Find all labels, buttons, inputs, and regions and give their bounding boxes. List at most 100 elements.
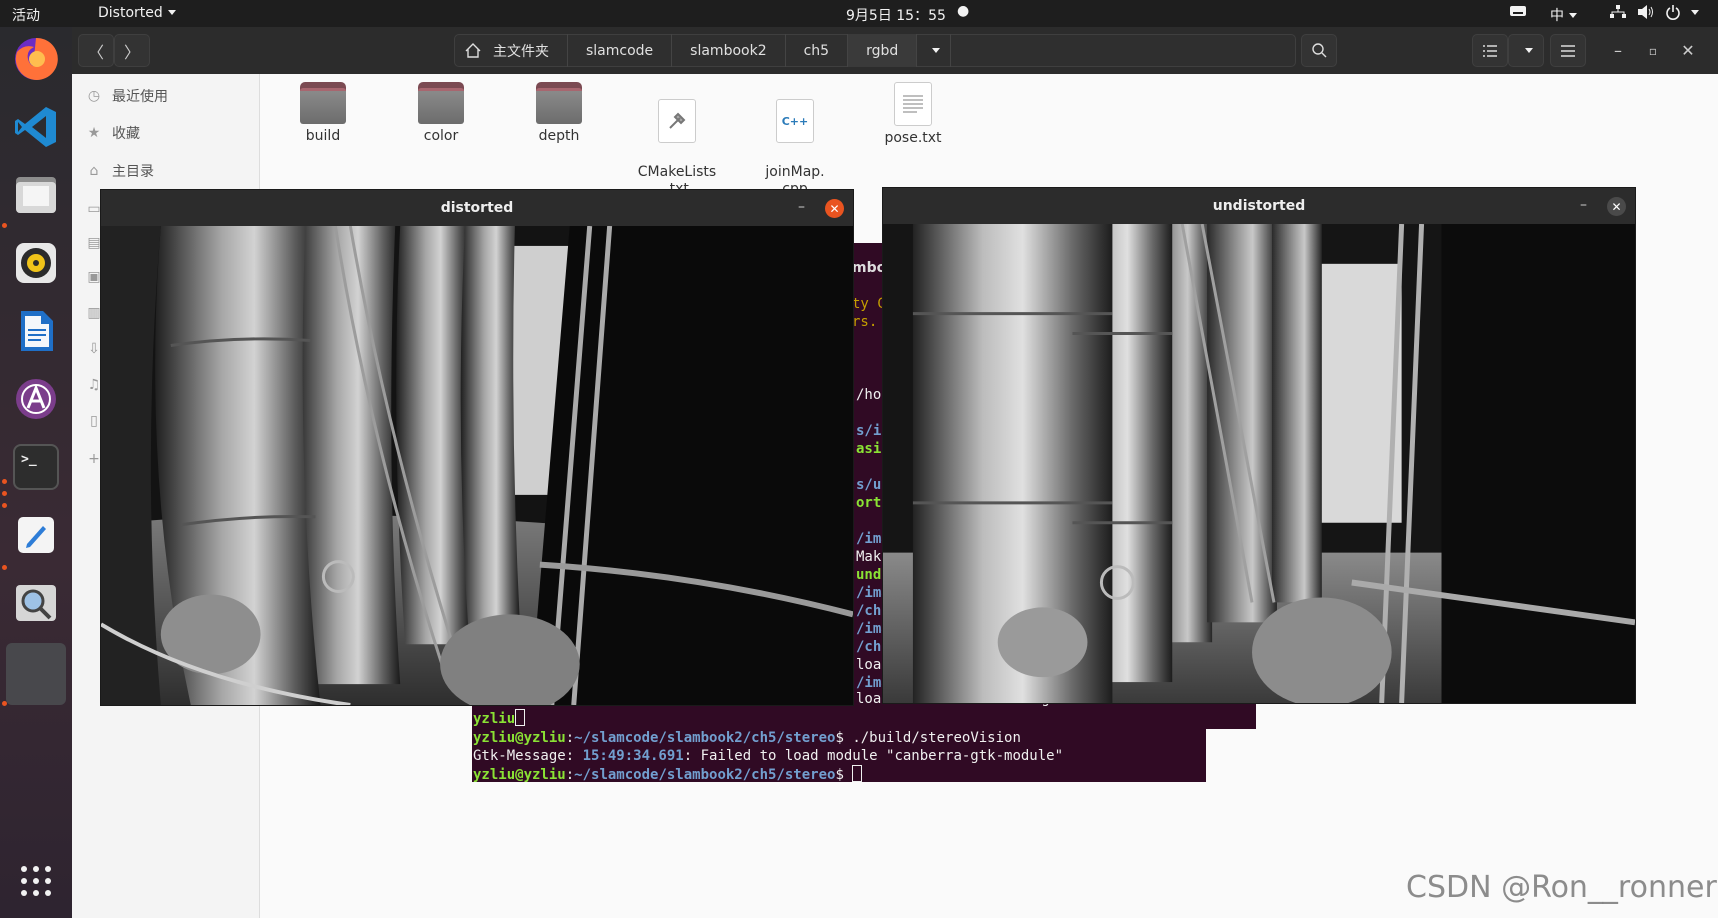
prompt-path: ~/slamcode/slambook2/ch5/stereo bbox=[574, 767, 836, 783]
writer-icon bbox=[21, 311, 53, 351]
keyboard-icon[interactable] bbox=[1510, 5, 1526, 21]
distorted-window[interactable]: distorted – ✕ bbox=[100, 189, 854, 706]
prompt-user: yzliu@yzliu bbox=[473, 730, 566, 746]
file-item-color[interactable]: color bbox=[393, 82, 489, 145]
power-icon[interactable] bbox=[1665, 4, 1681, 24]
forward-button[interactable]: 〉 bbox=[114, 34, 150, 67]
file-manager-header: 〈 〉 主文件夹 slamcode slambook2 ch5 rgbd – ▫… bbox=[72, 27, 1718, 74]
home-icon bbox=[465, 43, 481, 58]
dock-item-image-viewer[interactable] bbox=[8, 575, 64, 631]
minimize-icon: – bbox=[798, 199, 805, 215]
list-icon bbox=[1483, 44, 1497, 57]
breadcrumb-item[interactable]: rgbd bbox=[848, 34, 918, 67]
dock-item-window[interactable] bbox=[6, 643, 66, 705]
sidebar-item-home[interactable]: ⌂ 主目录 bbox=[86, 158, 154, 184]
terminal-line: und bbox=[856, 567, 882, 583]
show-apps-button[interactable] bbox=[8, 853, 64, 909]
dock-item-vscode[interactable] bbox=[8, 99, 64, 155]
software-icon bbox=[16, 379, 56, 419]
input-method-indicator[interactable]: 中 bbox=[1550, 5, 1577, 25]
dock-item-writer[interactable] bbox=[8, 303, 64, 359]
window-titlebar[interactable]: undistorted bbox=[883, 188, 1635, 224]
system-menu-chevron[interactable] bbox=[1686, 5, 1699, 21]
close-button[interactable]: ✕ bbox=[1607, 197, 1626, 216]
chevron-down-icon bbox=[1569, 13, 1577, 18]
cmake-file-icon bbox=[658, 99, 696, 143]
terminal-prompt-line: yzliu bbox=[473, 709, 526, 728]
back-button[interactable]: 〈 bbox=[78, 34, 114, 67]
running-indicator bbox=[2, 491, 7, 496]
chevron-down-icon bbox=[167, 10, 176, 15]
breadcrumb-home[interactable]: 主文件夹 bbox=[455, 34, 568, 67]
maximize-button[interactable]: ▫ bbox=[1638, 34, 1668, 67]
dock-item-text-editor[interactable] bbox=[8, 507, 64, 563]
search-button[interactable] bbox=[1301, 34, 1337, 67]
close-icon: ✕ bbox=[1681, 41, 1695, 60]
menu-button[interactable] bbox=[1550, 34, 1586, 67]
dock-item-files[interactable] bbox=[8, 167, 64, 223]
breadcrumb-menu-button[interactable] bbox=[917, 34, 952, 67]
chevron-down-icon bbox=[1691, 10, 1699, 15]
star-icon: ★ bbox=[87, 125, 101, 141]
input-method-label: 中 bbox=[1550, 8, 1564, 24]
close-button[interactable]: ✕ bbox=[825, 199, 844, 218]
distorted-image bbox=[101, 226, 853, 705]
close-icon: ✕ bbox=[1611, 199, 1622, 214]
files-icon bbox=[16, 177, 56, 213]
industrial-scene-image bbox=[101, 226, 853, 705]
volume-icon[interactable] bbox=[1637, 5, 1655, 23]
window-title: distorted bbox=[440, 200, 514, 216]
terminal-window-2[interactable]: yzliu@yzliu:~/slamcode/slambook2/ch5/ste… bbox=[472, 729, 1206, 783]
undistorted-image bbox=[883, 224, 1635, 703]
dock-item-firefox[interactable] bbox=[8, 31, 64, 87]
text-file-icon bbox=[894, 82, 932, 126]
terminal-line: ty C bbox=[852, 296, 886, 312]
dock-item-rhythmbox[interactable] bbox=[8, 235, 64, 291]
app-menu[interactable]: Distorted bbox=[98, 5, 176, 21]
firefox-icon bbox=[15, 37, 58, 80]
grid-icon bbox=[21, 866, 51, 896]
file-item-depth[interactable]: depth bbox=[511, 82, 607, 145]
minimize-icon: – bbox=[1580, 197, 1587, 213]
minimize-button[interactable]: – bbox=[1580, 197, 1587, 213]
undistorted-window[interactable]: undistorted – ✕ bbox=[882, 187, 1636, 704]
sidebar-item-label: 主目录 bbox=[112, 164, 154, 180]
clock-icon: ◷ bbox=[87, 88, 101, 104]
text-editor-icon bbox=[18, 517, 54, 553]
window-titlebar[interactable]: distorted bbox=[101, 190, 853, 226]
dock-item-terminal[interactable]: >_ bbox=[8, 439, 64, 495]
prompt-user: yzliu@yzliu bbox=[473, 767, 566, 783]
file-item-build[interactable]: build bbox=[275, 82, 371, 145]
activities-button[interactable]: 活动 bbox=[12, 5, 40, 25]
file-name: color bbox=[423, 128, 459, 144]
network-icon[interactable] bbox=[1610, 5, 1626, 23]
chevron-left-icon: 〈 bbox=[87, 42, 104, 62]
command-text: ./build/stereoVision bbox=[852, 730, 1021, 746]
sidebar-item-starred[interactable]: ★ 收藏 bbox=[86, 120, 140, 146]
breadcrumb-label: 主文件夹 bbox=[493, 43, 549, 60]
view-options-button[interactable] bbox=[1508, 34, 1544, 67]
breadcrumb-item[interactable]: slambook2 bbox=[672, 34, 786, 67]
window-title: undistorted bbox=[1212, 198, 1306, 214]
close-button[interactable]: ✕ bbox=[1673, 34, 1703, 67]
breadcrumb-item[interactable]: ch5 bbox=[786, 34, 849, 67]
file-name: build bbox=[305, 128, 341, 144]
file-name: depth bbox=[538, 128, 580, 144]
running-indicator bbox=[2, 479, 7, 484]
watermark: CSDN @Ron__ronner bbox=[1406, 870, 1717, 905]
minimize-button[interactable]: – bbox=[1603, 34, 1633, 67]
dock-item-software[interactable] bbox=[8, 371, 64, 427]
clock[interactable]: 9月5日 15：55 bbox=[846, 5, 946, 25]
breadcrumb-item[interactable]: slamcode bbox=[568, 34, 673, 67]
maximize-icon: ▫ bbox=[1648, 43, 1658, 58]
gtk-label: Gtk-Message bbox=[473, 748, 566, 764]
list-view-button[interactable] bbox=[1472, 34, 1508, 67]
file-item-pose[interactable]: pose.txt bbox=[865, 82, 961, 147]
terminal-command-line: yzliu@yzliu:~/slamcode/slambook2/ch5/ste… bbox=[473, 730, 1021, 746]
sidebar-item-recent[interactable]: ◷ 最近使用 bbox=[86, 83, 168, 109]
gtk-time: 15:49:34.691 bbox=[582, 748, 684, 764]
folder-icon bbox=[536, 82, 582, 124]
app-menu-label: Distorted bbox=[98, 5, 163, 21]
hamburger-icon bbox=[1561, 44, 1575, 57]
minimize-button[interactable]: – bbox=[798, 199, 805, 215]
